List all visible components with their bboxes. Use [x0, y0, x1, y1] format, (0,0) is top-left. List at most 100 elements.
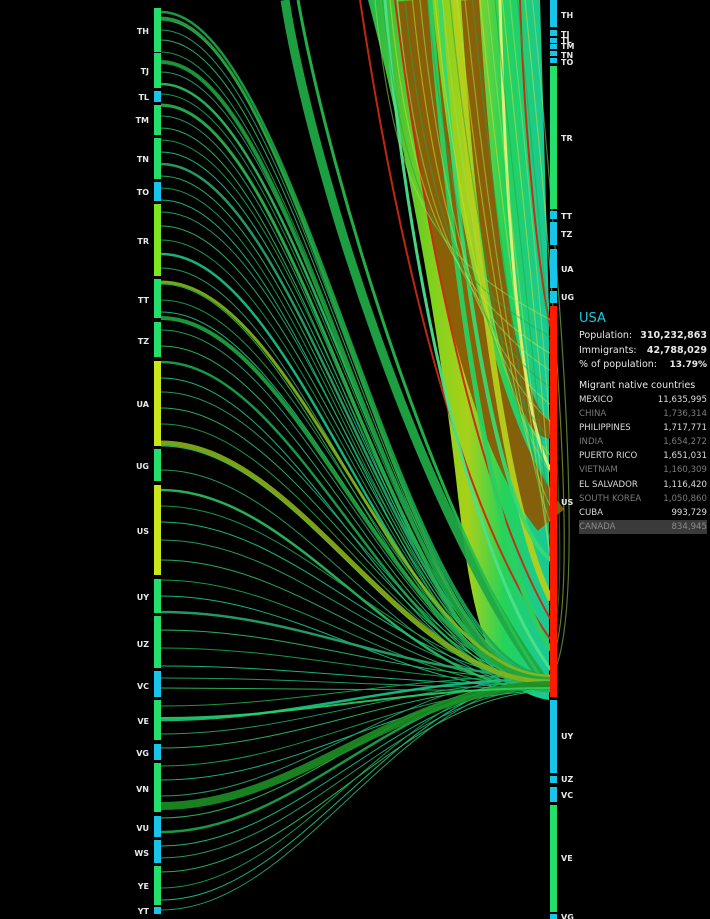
- migrant-country-row[interactable]: CANADA 834,945: [579, 520, 707, 535]
- left-node-vc[interactable]: [154, 671, 161, 697]
- right-node-tz[interactable]: [550, 222, 557, 245]
- migrant-country-row[interactable]: INDIA 1,654,272: [579, 435, 707, 449]
- migrant-country-row[interactable]: PUERTO RICO 1,651,031: [579, 449, 707, 463]
- right-node-label: TH: [561, 11, 573, 20]
- left-node-label: VG: [136, 749, 149, 758]
- right-node-tm[interactable]: [550, 44, 557, 49]
- right-node-label: TT: [561, 212, 573, 221]
- left-node-label: UZ: [137, 640, 149, 649]
- right-node-tt[interactable]: [550, 211, 557, 219]
- right-node-label: UA: [561, 265, 574, 274]
- left-node-vg[interactable]: [154, 744, 161, 760]
- country-value: 11,635,995: [657, 394, 707, 405]
- left-node-tl[interactable]: [154, 91, 161, 102]
- right-node-ve[interactable]: [550, 805, 557, 912]
- left-node-label: UG: [136, 462, 149, 471]
- country-name: INDIA: [579, 437, 603, 448]
- migrant-country-row[interactable]: CUBA 993,729: [579, 506, 707, 520]
- left-axis-nodes: TH TJ TL TM TN TO TR TT TZ UA UG US UY UZ VC VE VG VN VU WS…: [134, 8, 161, 916]
- left-node-label: UY: [137, 593, 149, 602]
- right-node-label: UG: [561, 293, 574, 302]
- right-node-to[interactable]: [550, 58, 557, 63]
- left-node-label: TL: [138, 93, 149, 102]
- country-value: 834,945: [671, 522, 707, 533]
- right-node-vc[interactable]: [550, 787, 557, 802]
- left-node-tn[interactable]: [154, 138, 161, 179]
- country-value: 1,116,420: [663, 479, 707, 490]
- migrant-country-list: MEXICO 11,635,995 CHINA 1,736,314 PHILIPPINE…: [579, 393, 707, 535]
- right-node-th[interactable]: [550, 0, 557, 27]
- left-node-label: TN: [137, 155, 149, 164]
- left-node-label: VC: [137, 682, 149, 691]
- left-node-label: TJ: [141, 67, 149, 76]
- country-tooltip: USA Population: 310,232,863 Immigrants: …: [579, 311, 707, 535]
- flow-curve: [160, 687, 552, 859]
- country-value: 993,729: [671, 508, 707, 518]
- left-node-label: TM: [136, 116, 149, 125]
- immigrants-value: 42,788,029: [646, 344, 707, 356]
- left-node-tr[interactable]: [154, 204, 161, 276]
- right-node-label: TR: [561, 134, 573, 143]
- pct-row: % of population: 13.79%: [579, 358, 707, 373]
- right-node-uy[interactable]: [550, 700, 557, 773]
- left-node-us[interactable]: [154, 485, 161, 575]
- left-node-ua[interactable]: [154, 361, 161, 446]
- country-value: 1,717,771: [663, 422, 707, 433]
- country-value: 1,651,031: [663, 451, 707, 462]
- right-node-tn[interactable]: [550, 51, 557, 56]
- right-node-ua[interactable]: [550, 249, 557, 288]
- left-node-vn[interactable]: [154, 763, 161, 812]
- flow-curve: [160, 684, 552, 847]
- left-node-label: TH: [137, 27, 149, 36]
- left-node-tm[interactable]: [154, 105, 161, 135]
- left-node-tz[interactable]: [154, 322, 161, 357]
- left-node-ws[interactable]: [154, 840, 161, 863]
- left-node-to[interactable]: [154, 182, 161, 201]
- population-value: 310,232,863: [640, 330, 707, 341]
- migrant-country-row[interactable]: CHINA 1,736,314: [579, 407, 707, 421]
- right-node-uz[interactable]: [550, 776, 557, 783]
- left-node-uz[interactable]: [154, 616, 161, 668]
- country-name: SOUTH KOREA: [579, 493, 642, 504]
- migrant-list-title: Migrant native countries: [579, 379, 696, 391]
- immigrants-row: Immigrants: 42,788,029: [579, 344, 707, 359]
- left-node-th[interactable]: [154, 8, 161, 52]
- left-node-label: TO: [137, 188, 149, 197]
- left-node-yt[interactable]: [154, 907, 161, 914]
- left-node-vu[interactable]: [154, 816, 161, 837]
- right-node-ug[interactable]: [550, 291, 557, 303]
- right-node-label: UZ: [561, 775, 573, 784]
- right-node-tr[interactable]: [550, 66, 557, 209]
- left-node-label: TZ: [138, 337, 149, 346]
- immigrants-label: Immigrants:: [579, 344, 637, 356]
- migrant-country-row[interactable]: PHILIPPINES 1,717,771: [579, 421, 707, 435]
- migrant-country-row[interactable]: EL SALVADOR 1,116,420: [579, 478, 707, 492]
- migrant-country-row[interactable]: VIETNAM 1,160,309: [579, 463, 707, 477]
- left-node-label: WS: [134, 849, 149, 858]
- country-name: CHINA: [579, 408, 607, 419]
- right-node-tl[interactable]: [550, 38, 557, 43]
- right-node-label: TO: [561, 58, 573, 67]
- migrant-country-row[interactable]: MEXICO 11,635,995: [579, 393, 707, 407]
- left-node-ve[interactable]: [154, 700, 161, 740]
- population-row: Population: 310,232,863: [579, 329, 707, 344]
- left-node-label: UA: [137, 400, 150, 409]
- right-node-vg[interactable]: [550, 914, 557, 919]
- migrant-country-row[interactable]: SOUTH KOREA 1,050,860: [579, 492, 707, 506]
- left-node-tj[interactable]: [154, 53, 161, 88]
- right-node-us[interactable]: [550, 306, 557, 697]
- left-node-tt[interactable]: [154, 279, 161, 318]
- country-name: CUBA: [579, 508, 604, 518]
- country-name: MEXICO: [579, 394, 614, 405]
- left-node-label: VN: [136, 785, 149, 794]
- flow-curve: [160, 677, 552, 722]
- right-node-label: VE: [561, 854, 573, 863]
- left-node-label: YE: [137, 882, 149, 891]
- right-node-tj[interactable]: [550, 30, 557, 36]
- left-node-uy[interactable]: [154, 579, 161, 613]
- left-node-label: US: [137, 527, 149, 536]
- left-node-label: YT: [137, 907, 150, 916]
- tooltip-title: USA: [579, 311, 606, 326]
- left-node-ye[interactable]: [154, 866, 161, 905]
- left-node-ug[interactable]: [154, 449, 161, 481]
